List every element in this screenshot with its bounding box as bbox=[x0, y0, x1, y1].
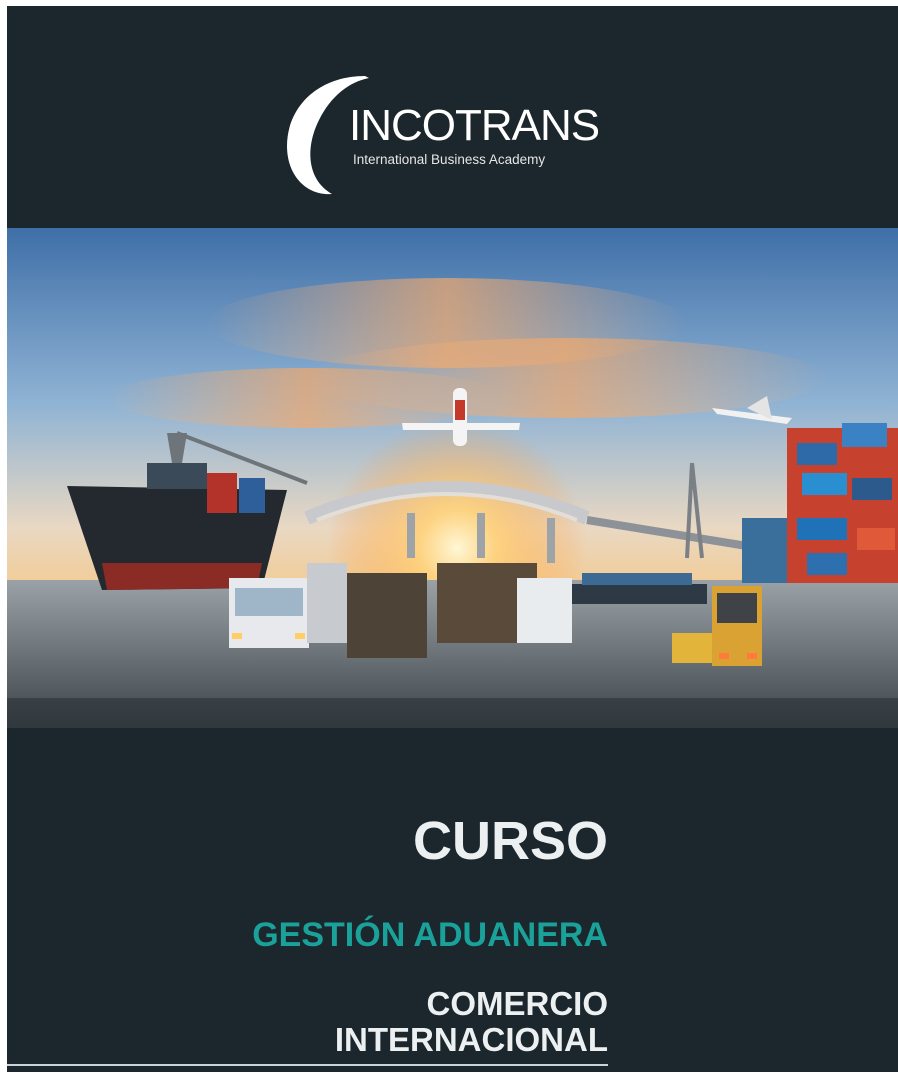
incotrans-logo: INCOTRANS International Business Academy bbox=[277, 68, 647, 198]
brand-name: INCOTRANS bbox=[349, 101, 600, 150]
brand-tagline: International Business Academy bbox=[353, 152, 546, 167]
hero-image bbox=[7, 228, 898, 728]
course-area-line-1: COMERCIO bbox=[426, 985, 609, 1022]
bottom-rule bbox=[7, 1064, 608, 1066]
course-area: COMERCIO INTERNACIONAL bbox=[334, 985, 609, 1059]
course-subject: GESTIÓN ADUANERA bbox=[252, 916, 608, 954]
course-label: CURSO bbox=[412, 811, 608, 871]
course-cover: INCOTRANS International Business Academy bbox=[7, 6, 898, 1072]
course-area-line-2: INTERNACIONAL bbox=[334, 1021, 608, 1059]
header-band: INCOTRANS International Business Academy bbox=[7, 6, 898, 228]
title-block: CURSO GESTIÓN ADUANERA COMERCIO INTERNAC… bbox=[7, 728, 898, 1072]
port-logistics-icon bbox=[7, 228, 898, 728]
